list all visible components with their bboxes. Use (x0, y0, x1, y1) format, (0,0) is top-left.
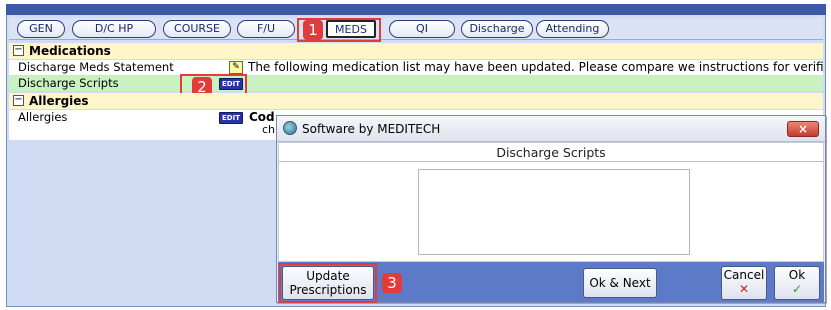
tab-discharge[interactable]: Discharge (461, 20, 533, 38)
ok-check-icon: ✓ (791, 282, 803, 296)
ok-next-button[interactable]: Ok & Next (583, 268, 657, 298)
ok-button[interactable]: Ok ✓ (774, 266, 820, 300)
medications-title: Medications (29, 44, 111, 58)
row-label: Discharge Meds Statement (18, 60, 174, 74)
tab-course[interactable]: COURSE (163, 20, 231, 38)
discharge-scripts-list[interactable] (418, 169, 690, 255)
allergies-edit-button[interactable]: EDIT (219, 112, 243, 124)
row-label: Discharge Scripts (18, 76, 119, 90)
coded-allergies-text: Cod (249, 110, 275, 124)
tab-attending[interactable]: Attending (536, 20, 609, 38)
tab-fu[interactable]: F/U (237, 20, 295, 38)
allergies-title: Allergies (29, 94, 89, 108)
window-top-bar (6, 4, 826, 15)
allergies-section-header[interactable]: − Allergies (9, 93, 823, 109)
callout-box-update (279, 263, 377, 303)
allergies-subtext: ch (262, 123, 276, 136)
note-edit-icon[interactable]: ✎ (229, 61, 243, 74)
dialog-title: Software by MEDITECH (302, 122, 441, 136)
dialog-content: Discharge Scripts (278, 142, 824, 262)
medications-section-header[interactable]: − Medications (9, 43, 823, 59)
tab-dc-hp[interactable]: D/C HP (72, 20, 156, 38)
collapse-toggle-icon[interactable]: − (13, 45, 24, 56)
close-icon[interactable]: × (787, 121, 819, 137)
cancel-x-icon: ✕ (738, 282, 750, 296)
tab-gen[interactable]: GEN (17, 20, 65, 38)
collapse-toggle-icon[interactable]: − (13, 95, 24, 106)
row-label: Allergies (18, 110, 68, 124)
cancel-label: Cancel (723, 268, 765, 282)
meditech-logo-icon (283, 121, 297, 135)
dialog-subtitle: Discharge Scripts (496, 145, 606, 160)
discharge-scripts-row[interactable]: Discharge Scripts (9, 76, 823, 91)
callout-1: 1 (303, 20, 323, 40)
callout-3: 3 (382, 273, 402, 293)
tab-qi[interactable]: QI (389, 20, 455, 38)
divider (279, 161, 823, 162)
discharge-meds-statement-text: The following medication list may have b… (248, 60, 824, 74)
ehr-discharge-window: GEN D/C HP COURSE F/U MEDS QI Discharge … (0, 0, 831, 310)
cancel-button[interactable]: Cancel ✕ (721, 266, 767, 300)
dialog-titlebar[interactable]: Software by MEDITECH × (277, 116, 825, 142)
ok-label: Ok (788, 268, 806, 282)
